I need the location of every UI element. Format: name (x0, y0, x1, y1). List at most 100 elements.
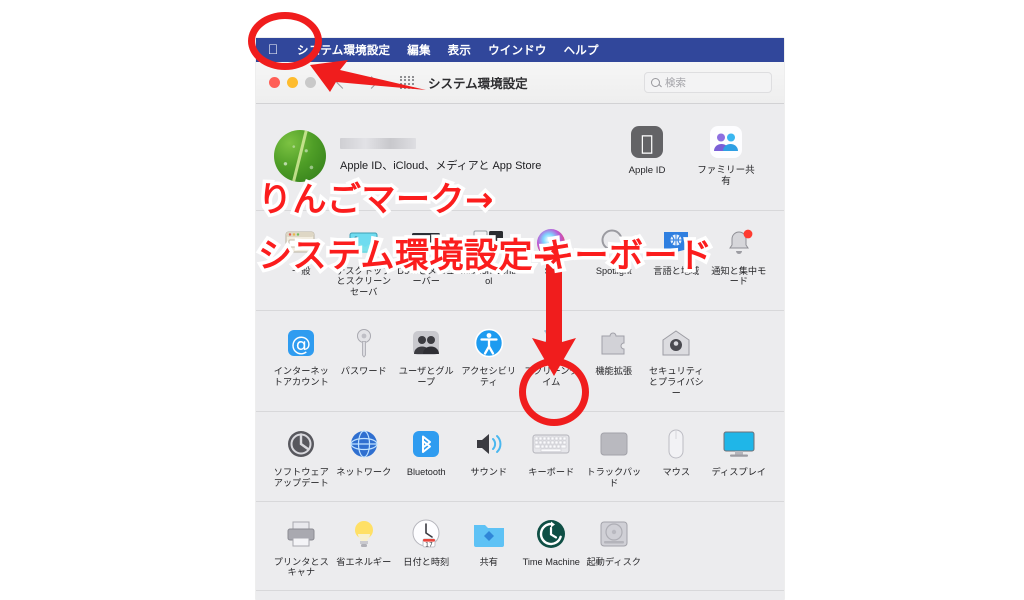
pref-label: キーボード (528, 466, 575, 477)
traffic-lights[interactable] (256, 77, 316, 88)
pref-sound[interactable]: サウンド (458, 420, 521, 495)
svg-text:@: @ (291, 332, 311, 356)
pref-label: スクリーンタイム (523, 366, 579, 388)
pref-network[interactable]: ネットワーク (333, 420, 396, 495)
apple-logo-icon[interactable]:  (266, 42, 280, 56)
annotation-line-2b: キーボード キーボード (537, 233, 716, 280)
pref-notifications-focus[interactable]: 通知と集中モード (708, 219, 771, 305)
pref-label: 日付と時刻 (403, 556, 450, 567)
menu-item-help[interactable]: ヘルプ (564, 42, 599, 58)
pref-label: マウス (662, 466, 691, 477)
pref-label: 起動ディスク (586, 556, 641, 567)
menu-item-window[interactable]: ウインドウ (488, 42, 547, 58)
chevron-left-icon[interactable] (336, 76, 349, 89)
pref-accessibility[interactable]: アクセシビリティ (458, 319, 521, 405)
pref-display[interactable]: ディスプレイ (708, 420, 771, 495)
nav-arrows[interactable] (336, 76, 378, 89)
bluetooth-icon (406, 424, 446, 464)
minimize-button[interactable] (287, 77, 298, 88)
menu-item-system-preferences[interactable]: システム環境設定 (297, 42, 390, 58)
time-machine-icon (531, 514, 571, 554)
close-button[interactable] (269, 77, 280, 88)
pref-screen-time[interactable]: スクリーンタイム (520, 319, 583, 405)
window-toolbar: システム環境設定 検索 (256, 62, 784, 104)
apple-id-shortcuts:  Apple ID (626, 118, 766, 194)
pref-passwords[interactable]: パスワード (333, 319, 396, 405)
pref-label: ネットワーク (336, 466, 392, 477)
search-placeholder: 検索 (665, 77, 686, 89)
pref-empty-slot (708, 319, 771, 405)
annotation-line-1: りんごマーク→ りんごマーク→ (255, 177, 498, 224)
energy-saver-icon (344, 514, 384, 554)
internet-accounts-icon: @ (281, 323, 321, 363)
pref-label: Apple ID (628, 165, 666, 176)
pref-label: ファミリー共有 (697, 165, 755, 188)
apple-id-icon:  (627, 122, 667, 162)
pref-label: 機能拡張 (595, 366, 633, 377)
pref-energy-saver[interactable]: 省エネルギー (333, 510, 396, 585)
pref-sharing[interactable]: 共有 (458, 510, 521, 585)
notifications-focus-icon (719, 223, 759, 263)
screenshot-stage:  システム環境設定 編集 表示 ウインドウ ヘルプ システム環境設定 (0, 0, 1024, 600)
sharing-icon (469, 514, 509, 554)
pref-trackpad[interactable]: トラックパッド (583, 420, 646, 495)
apple-id-subtitle: Apple ID、iCloud、メディアと App Store (340, 160, 542, 173)
pref-band-hardware: ソフトウェアアップデート ネットワーク Bluetooth サウンド キーボード… (256, 412, 784, 502)
system-preferences-window:  システム環境設定 編集 表示 ウインドウ ヘルプ システム環境設定 (256, 38, 784, 600)
chevron-right-icon[interactable] (365, 76, 378, 89)
pref-grid: @ インターネットアカウント パスワード ユーザとグループ アクセシビリティ ス… (270, 319, 770, 405)
pref-label: サウンド (470, 466, 508, 477)
date-time-icon: 17 (406, 514, 446, 554)
zoom-button[interactable] (305, 77, 316, 88)
pref-grid: プリンタとスキャナ 省エネルギー 17 日付と時刻 共有 Time Machin… (270, 510, 770, 585)
pref-label: 省エネルギー (336, 556, 392, 567)
pref-software-update[interactable]: ソフトウェアアップデート (270, 420, 333, 495)
pref-label: アクセシビリティ (461, 366, 517, 388)
pref-bluetooth[interactable]: Bluetooth (395, 420, 458, 495)
menu-item-view[interactable]: 表示 (448, 42, 471, 58)
pref-empty-slot (708, 510, 771, 585)
pref-label: Time Machine (522, 556, 580, 567)
pref-apple-id[interactable]:  Apple ID (626, 118, 668, 194)
menu-item-edit[interactable]: 編集 (407, 42, 430, 58)
pref-mouse[interactable]: マウス (645, 420, 708, 495)
accessibility-icon (469, 323, 509, 363)
software-update-icon (281, 424, 321, 464)
pref-band-accounts: @ インターネットアカウント パスワード ユーザとグループ アクセシビリティ ス… (256, 311, 784, 412)
trackpad-icon (594, 424, 634, 464)
svg-text::  (641, 131, 654, 155)
keyboard-icon (531, 424, 571, 464)
window-title: システム環境設定 (428, 77, 528, 91)
display-icon (719, 424, 759, 464)
screen-time-icon (531, 323, 571, 363)
pref-keyboard[interactable]: キーボード (520, 420, 583, 495)
pref-date-time[interactable]: 17 日付と時刻 (395, 510, 458, 585)
pref-label: トラックパッド (586, 466, 642, 488)
pref-time-machine[interactable]: Time Machine (520, 510, 583, 585)
pref-label: パスワード (340, 366, 387, 377)
pref-band-system: プリンタとスキャナ 省エネルギー 17 日付と時刻 共有 Time Machin… (256, 502, 784, 592)
pref-empty-slot (645, 510, 708, 585)
svg-text:17: 17 (425, 541, 433, 548)
pref-security-privacy[interactable]: セキュリティとプライバシー (645, 319, 708, 405)
pref-users-groups[interactable]: ユーザとグループ (395, 319, 458, 405)
apple-id-text: Apple ID、iCloud、メディアと App Store (340, 138, 541, 173)
mouse-icon (656, 424, 696, 464)
pref-label: Bluetooth (406, 466, 446, 477)
pref-extensions[interactable]: 機能拡張 (583, 319, 646, 405)
passwords-icon (344, 323, 384, 363)
pref-internet-accounts[interactable]: @ インターネットアカウント (270, 319, 333, 405)
pref-label: ソフトウェアアップデート (273, 466, 329, 488)
macos-menu-bar[interactable]:  システム環境設定 編集 表示 ウインドウ ヘルプ (256, 38, 784, 62)
search-icon (651, 78, 660, 87)
pref-family-sharing[interactable]: ファミリー共有 (694, 118, 758, 194)
sound-icon (469, 424, 509, 464)
pref-label: ユーザとグループ (398, 366, 454, 388)
pref-startup-disk[interactable]: 起動ディスク (583, 510, 646, 585)
grid-dots-icon[interactable] (400, 75, 414, 90)
pref-printers-scanners[interactable]: プリンタとスキャナ (270, 510, 333, 585)
account-name-redacted (340, 138, 416, 150)
search-input[interactable]: 検索 (644, 72, 772, 93)
printers-scanners-icon (281, 514, 321, 554)
pref-band-thirdparty: Hosts (256, 591, 784, 600)
